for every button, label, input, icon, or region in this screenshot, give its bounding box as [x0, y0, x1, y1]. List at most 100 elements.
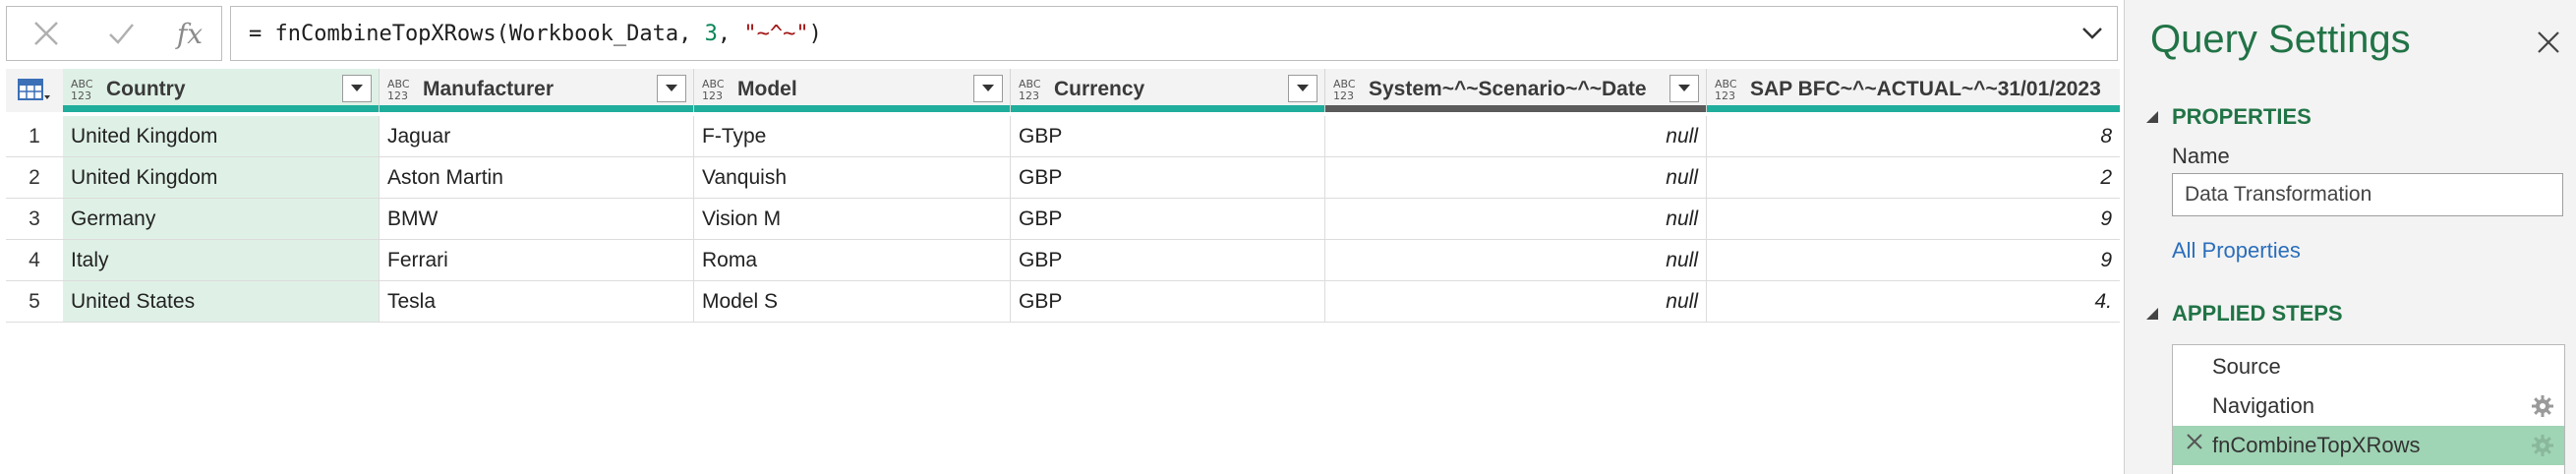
cell-model[interactable]: F-Type — [694, 116, 1011, 157]
cell-currency[interactable]: GBP — [1011, 157, 1325, 199]
cell-system-scenario-date[interactable]: null — [1325, 199, 1707, 240]
table-icon — [18, 79, 50, 100]
cell-currency[interactable]: GBP — [1011, 199, 1325, 240]
cell-country[interactable]: United Kingdom — [63, 116, 380, 157]
column-name: System~^~Scenario~^~Date — [1369, 78, 1647, 100]
column-name: Model — [737, 78, 797, 100]
column-filter-button[interactable] — [342, 75, 372, 102]
column-header-country[interactable]: ABC 123 Country — [63, 69, 380, 112]
row-number[interactable]: 5 — [6, 281, 63, 323]
type-123-text: 123 — [1019, 89, 1039, 102]
step-settings-button[interactable] — [2531, 394, 2554, 424]
row-number[interactable]: 4 — [6, 240, 63, 281]
formula-separator: , — [717, 21, 744, 46]
any-type-icon[interactable]: ABC 123 — [387, 79, 417, 102]
any-type-icon[interactable]: ABC 123 — [1333, 79, 1363, 102]
cell-model[interactable]: Vanquish — [694, 157, 1011, 199]
column-filter-button[interactable] — [657, 75, 686, 102]
type-123-text: 123 — [1333, 89, 1354, 102]
collapse-triangle-icon — [2146, 308, 2158, 320]
column-filter-button[interactable] — [1288, 75, 1317, 102]
commit-formula-button[interactable] — [91, 7, 150, 60]
cell-country[interactable]: Italy — [63, 240, 380, 281]
type-123-text: 123 — [702, 89, 723, 102]
cell-currency[interactable]: GBP — [1011, 281, 1325, 323]
cell-currency[interactable]: GBP — [1011, 116, 1325, 157]
table-row: 4 Italy Ferrari Roma GBP null 9 — [6, 240, 2120, 281]
dropdown-arrow-icon — [1678, 85, 1690, 91]
cell-sap-bfc-actual[interactable]: 8 — [1707, 116, 2120, 157]
properties-section-header[interactable]: PROPERTIES — [2146, 104, 2312, 130]
column-name: SAP BFC~^~ACTUAL~^~31/01/2023 — [1750, 78, 2101, 100]
step-label: Navigation — [2212, 393, 2314, 418]
table-row: 3 Germany BMW Vision M GBP null 9 — [6, 199, 2120, 240]
cell-country[interactable]: United Kingdom — [63, 157, 380, 199]
cell-country[interactable]: Germany — [63, 199, 380, 240]
type-123-text: 123 — [71, 89, 91, 102]
fx-button[interactable]: fx — [162, 7, 217, 60]
row-number[interactable]: 3 — [6, 199, 63, 240]
name-label: Name — [2172, 144, 2230, 168]
column-header-currency[interactable]: ABC 123 Currency — [1011, 69, 1325, 112]
column-header-system-scenario-date[interactable]: ABC 123 System~^~Scenario~^~Date — [1325, 69, 1707, 112]
cell-model[interactable]: Roma — [694, 240, 1011, 281]
cell-currency[interactable]: GBP — [1011, 240, 1325, 281]
cell-sap-bfc-actual[interactable]: 2 — [1707, 157, 2120, 199]
column-quality-bar — [1707, 105, 2120, 112]
formula-bar-buttons: fx — [6, 6, 222, 61]
section-heading: PROPERTIES — [2172, 104, 2312, 129]
any-type-icon[interactable]: ABC 123 — [71, 79, 100, 102]
row-number[interactable]: 1 — [6, 116, 63, 157]
column-header-model[interactable]: ABC 123 Model — [694, 69, 1011, 112]
dropdown-arrow-icon — [351, 85, 363, 91]
any-type-icon[interactable]: ABC 123 — [1019, 79, 1048, 102]
close-pane-button[interactable] — [2536, 30, 2561, 60]
column-filter-button[interactable] — [1669, 75, 1699, 102]
expand-formula-button[interactable] — [2079, 21, 2105, 51]
step-source[interactable]: Source — [2173, 347, 2564, 386]
cell-model[interactable]: Model S — [694, 281, 1011, 323]
data-grid: ABC 123 Country ABC 123 Manufacturer ABC 12… — [6, 69, 2120, 328]
step-settings-button[interactable] — [2531, 434, 2554, 463]
cell-sap-bfc-actual[interactable]: 9 — [1707, 240, 2120, 281]
query-name-input[interactable]: Data Transformation — [2172, 173, 2563, 216]
gear-icon — [2532, 435, 2553, 456]
cell-system-scenario-date[interactable]: null — [1325, 157, 1707, 199]
cancel-formula-button[interactable] — [17, 7, 76, 60]
cell-sap-bfc-actual[interactable]: 9 — [1707, 199, 2120, 240]
formula-input[interactable]: = fnCombineTopXRows(Workbook_Data, 3, "~… — [230, 6, 2118, 61]
cell-manufacturer[interactable]: BMW — [380, 199, 694, 240]
column-header-sap-bfc-actual[interactable]: ABC 123 SAP BFC~^~ACTUAL~^~31/01/2023 — [1707, 69, 2120, 112]
cell-manufacturer[interactable]: Jaguar — [380, 116, 694, 157]
step-fncombinetopxrows[interactable]: fnCombineTopXRows — [2173, 426, 2564, 465]
applied-steps-section-header[interactable]: APPLIED STEPS — [2146, 301, 2343, 326]
step-navigation[interactable]: Navigation — [2173, 386, 2564, 426]
cell-manufacturer[interactable]: Ferrari — [380, 240, 694, 281]
column-name: Manufacturer — [423, 78, 555, 100]
column-name: Currency — [1054, 78, 1145, 100]
any-type-icon[interactable]: ABC 123 — [1715, 79, 1744, 102]
column-quality-bar — [63, 105, 379, 112]
cell-system-scenario-date[interactable]: null — [1325, 281, 1707, 323]
column-quality-bar — [694, 105, 1010, 112]
section-heading: APPLIED STEPS — [2172, 301, 2343, 326]
delete-step-button[interactable] — [2185, 432, 2204, 457]
cell-sap-bfc-actual[interactable]: 4. — [1707, 281, 2120, 323]
gear-icon — [2532, 395, 2553, 417]
row-number[interactable]: 2 — [6, 157, 63, 199]
cell-model[interactable]: Vision M — [694, 199, 1011, 240]
column-header-manufacturer[interactable]: ABC 123 Manufacturer — [380, 69, 694, 112]
cell-manufacturer[interactable]: Tesla — [380, 281, 694, 323]
column-quality-bar — [1011, 105, 1324, 112]
cell-system-scenario-date[interactable]: null — [1325, 240, 1707, 281]
cell-manufacturer[interactable]: Aston Martin — [380, 157, 694, 199]
cell-country[interactable]: United States — [63, 281, 380, 323]
all-properties-link[interactable]: All Properties — [2172, 238, 2301, 264]
formula-prefix: = fnCombineTopXRows(Workbook_Data, — [249, 21, 705, 46]
column-filter-button[interactable] — [973, 75, 1003, 102]
dropdown-arrow-icon — [1297, 85, 1309, 91]
table-menu-button[interactable] — [6, 69, 64, 112]
collapse-triangle-icon — [2146, 111, 2158, 123]
cell-system-scenario-date[interactable]: null — [1325, 116, 1707, 157]
any-type-icon[interactable]: ABC 123 — [702, 79, 732, 102]
